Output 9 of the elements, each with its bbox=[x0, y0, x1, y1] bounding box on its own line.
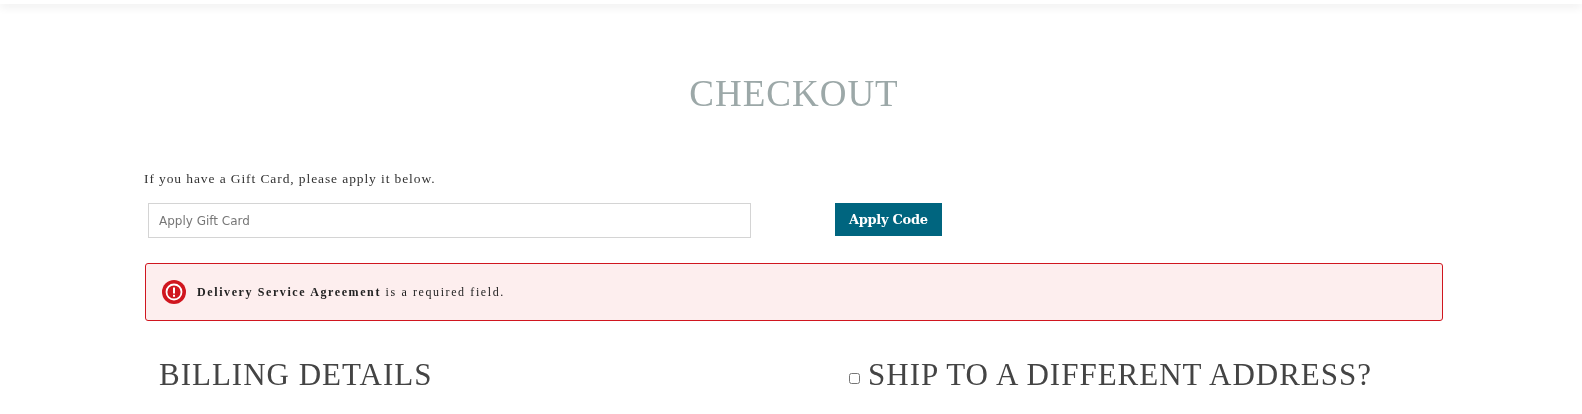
error-message: Delivery Service Agreement is a required field. bbox=[197, 284, 505, 300]
ship-checkbox[interactable] bbox=[849, 372, 860, 384]
error-icon bbox=[162, 280, 186, 304]
billing-heading: BILLING DETAILS bbox=[159, 357, 433, 393]
gift-card-field[interactable]: Apply Gift Card bbox=[148, 203, 751, 238]
page-title: CHECKOUT bbox=[688, 72, 900, 116]
gift-card-prompt: If you have a Gift Card, please apply it below. bbox=[144, 170, 437, 188]
apply-code-button[interactable]: Apply Code bbox=[835, 203, 942, 236]
shipping-heading: SHIP TO A DIFFERENT ADDRESS? bbox=[868, 357, 1373, 393]
